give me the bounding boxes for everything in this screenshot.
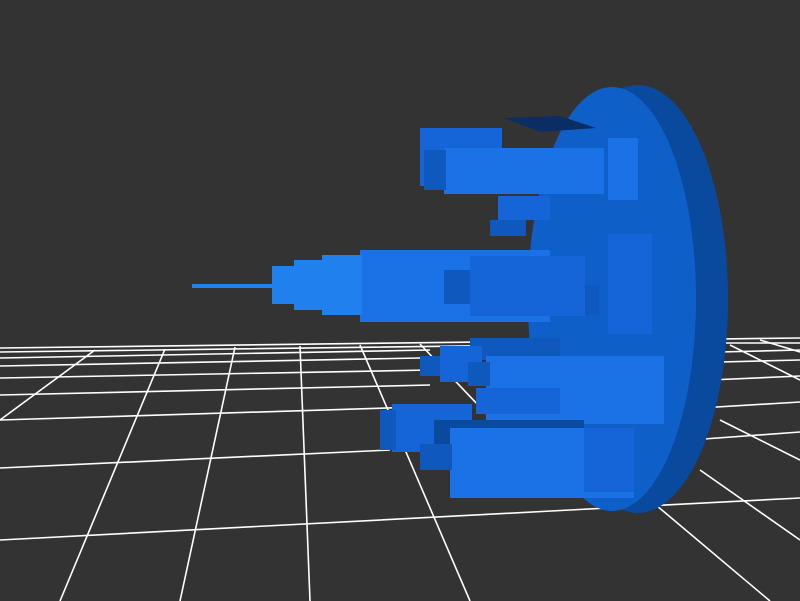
3d-viewport[interactable] xyxy=(0,0,800,601)
scene-canvas[interactable] xyxy=(0,0,800,601)
spindle-collar xyxy=(322,255,362,315)
spindle-mount-plate xyxy=(608,234,652,334)
spindle-motor xyxy=(470,256,585,316)
spindle-chuck xyxy=(294,260,324,310)
upper-main-block xyxy=(444,148,604,194)
tool-bit xyxy=(192,284,272,288)
upper-right-block xyxy=(608,138,638,200)
spindle-nose xyxy=(272,266,296,304)
